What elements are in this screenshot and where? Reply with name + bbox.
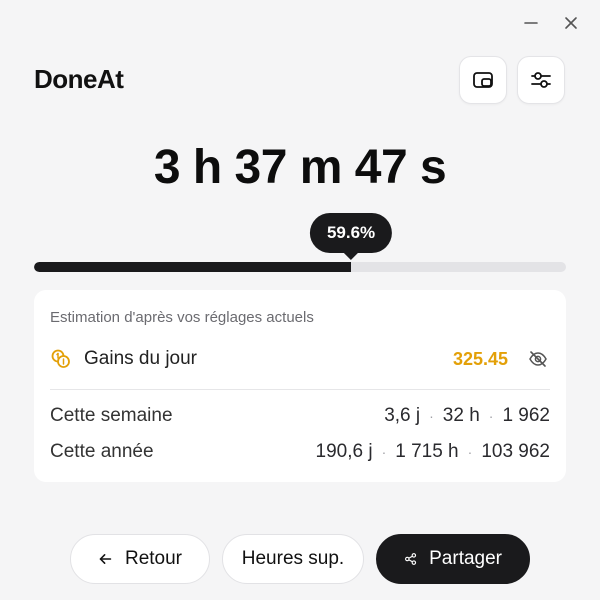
year-amount: 103 962 xyxy=(481,441,550,462)
separator-dot: · xyxy=(429,408,434,424)
year-values: 190,6 j · 1 715 h · 103 962 xyxy=(316,441,550,463)
earnings-label: Gains du jour xyxy=(84,348,198,369)
year-stats-row: Cette année 190,6 j · 1 715 h · 103 962 xyxy=(50,437,550,467)
coins-icon xyxy=(50,348,72,370)
year-hours: 1 715 h xyxy=(395,441,459,462)
settings-button[interactable] xyxy=(517,56,565,104)
week-stats-row: Cette semaine 3,6 j · 32 h · 1 962 xyxy=(50,401,550,431)
week-values: 3,6 j · 32 h · 1 962 xyxy=(384,405,550,427)
share-button[interactable]: Partager xyxy=(376,534,530,584)
estimate-caption: Estimation d'après vos réglages actuels xyxy=(50,309,314,326)
elapsed-timer: 3 h 37 m 47 s xyxy=(153,141,447,194)
share-label: Partager xyxy=(429,548,502,569)
progress-percent-tooltip: 59.6% xyxy=(309,213,393,253)
separator-dot: · xyxy=(381,444,387,460)
minimize-button[interactable] xyxy=(520,12,542,34)
close-icon xyxy=(565,17,577,29)
progress-fill xyxy=(34,262,352,272)
picture-in-picture-button[interactable] xyxy=(459,56,507,104)
card-divider xyxy=(50,389,550,390)
progress-track xyxy=(34,262,566,272)
separator-dot: · xyxy=(488,408,494,424)
overtime-button[interactable]: Heures sup. xyxy=(222,534,364,584)
back-button[interactable]: Retour xyxy=(70,534,210,584)
week-amount: 1 962 xyxy=(502,405,550,426)
daily-earnings-row: Gains du jour 325.45 xyxy=(50,342,550,376)
estimate-card: Estimation d'après vos réglages actuels … xyxy=(34,290,566,482)
footer-actions: Retour Heures sup. Partager xyxy=(0,534,600,584)
close-button[interactable] xyxy=(560,12,582,34)
overtime-label: Heures sup. xyxy=(241,548,345,569)
back-label: Retour xyxy=(124,548,182,569)
week-days: 3,6 j xyxy=(384,405,421,426)
minimize-icon xyxy=(524,22,538,24)
week-hours: 32 h xyxy=(442,405,480,426)
separator-dot: · xyxy=(467,444,473,460)
earnings-value: 325.45 xyxy=(452,348,508,369)
window-controls xyxy=(520,12,582,34)
year-days: 190,6 j xyxy=(315,441,373,462)
sliders-icon xyxy=(531,72,551,88)
week-label: Cette semaine xyxy=(50,405,173,426)
share-icon xyxy=(405,553,417,565)
arrow-left-icon xyxy=(99,554,112,564)
progress-bar: 59.6% xyxy=(34,213,566,272)
year-label: Cette année xyxy=(50,441,154,462)
eye-off-icon xyxy=(529,351,547,367)
toggle-earnings-visibility-button[interactable] xyxy=(526,347,550,371)
picture-in-picture-icon xyxy=(473,72,493,88)
app-title: DoneAt xyxy=(34,64,124,94)
